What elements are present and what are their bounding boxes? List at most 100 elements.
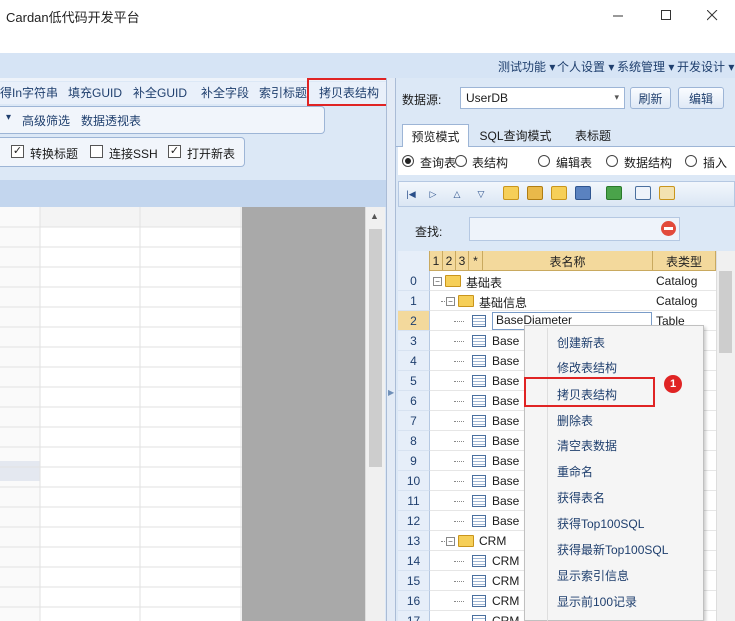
table-name-cell[interactable]: Base [492,454,519,468]
table-name-cell[interactable]: Base [492,394,519,408]
row-number[interactable]: 0 [398,271,430,291]
row-number[interactable]: 16 [398,591,430,611]
header-level-1[interactable]: 1 [430,251,443,271]
table-name-cell[interactable]: CRM [492,594,519,608]
radio-query-table[interactable] [402,155,414,167]
table-name-cell[interactable]: Base [492,474,519,488]
edit-note-icon[interactable] [659,186,675,200]
context-menu-item[interactable]: 获得表名 [557,489,605,506]
collapse-toggle-icon[interactable]: − [433,277,442,286]
export-excel-icon[interactable] [606,186,622,200]
row-number[interactable]: 13 [398,531,430,551]
row-number[interactable]: 10 [398,471,430,491]
row-number[interactable]: 14 [398,551,430,571]
row-number[interactable]: 15 [398,571,430,591]
context-menu-item[interactable]: 重命名 [557,463,593,480]
table-name-cell[interactable]: CRM [492,554,519,568]
table-name-cell[interactable]: Base [492,354,519,368]
left-vertical-scrollbar[interactable]: ▲ [365,207,385,621]
first-record-icon[interactable]: |◀ [403,187,419,201]
row-number[interactable]: 12 [398,511,430,531]
advanced-filter-button[interactable]: 高级筛选 [22,112,70,129]
scroll-up-icon[interactable]: ▲ [370,211,379,221]
header-level-2[interactable]: 2 [443,251,456,271]
scroll-thumb[interactable] [369,229,382,467]
menu-personal-settings[interactable]: 个人设置 ▾ [557,58,614,75]
move-up-icon[interactable]: △ [449,187,465,201]
pivot-table-button[interactable]: 数据透视表 [81,112,141,129]
maximize-icon[interactable] [643,0,689,30]
edit-button[interactable]: 编辑 [678,87,724,109]
copy-icon[interactable] [635,186,651,200]
table-name-cell[interactable]: Base [492,494,519,508]
close-icon[interactable] [689,0,735,30]
context-menu-item[interactable]: 修改表结构 [557,359,617,376]
datasource-select[interactable]: UserDB ▾ [460,87,625,109]
search-input[interactable] [469,217,680,241]
menu-system-management[interactable]: 系统管理 ▾ [617,58,674,75]
row-number[interactable]: 17 [398,611,430,621]
tab-sql-query-mode[interactable]: SQL查询模式 [473,124,558,146]
table-name-cell[interactable]: Base [492,334,519,348]
toolbar-get-in-string[interactable]: 得In字符串 [0,84,58,101]
row-number[interactable]: 1 [398,291,430,311]
folder-tree-icon[interactable] [527,186,543,200]
context-menu-item[interactable]: 创建新表 [557,334,605,351]
row-number[interactable]: 11 [398,491,430,511]
splitter-arrow-icon[interactable]: ▶ [388,388,394,397]
table-name-cell[interactable]: Base [492,374,519,388]
collapse-toggle-icon[interactable]: − [446,537,455,546]
left-data-grid[interactable] [0,207,242,621]
context-menu-item[interactable]: 显示前100记录 [557,593,637,610]
tab-preview-mode[interactable]: 预览模式 [402,124,469,147]
header-table-name[interactable]: 表名称 [483,251,653,271]
open-new-table-checkbox[interactable]: ✓ [168,145,181,158]
next-record-icon[interactable]: ▷ [425,187,441,201]
no-entry-icon[interactable] [661,221,676,236]
toolbar-fill-guid[interactable]: 填充GUID [68,84,122,101]
row-number[interactable]: 3 [398,331,430,351]
toolbar-complete-guid[interactable]: 补全GUID [133,84,187,101]
convert-title-checkbox[interactable]: ✓ [11,145,24,158]
table-name-cell[interactable]: CRM [492,614,519,621]
delete-folder-icon[interactable] [551,186,567,200]
table-name-cell[interactable]: CRM [492,574,519,588]
minimize-icon[interactable] [595,0,641,30]
radio-edit-table[interactable] [538,155,550,167]
connect-ssh-checkbox[interactable] [90,145,103,158]
table-name-cell[interactable]: Base [492,434,519,448]
row-number[interactable]: 9 [398,451,430,471]
context-menu-item[interactable]: 删除表 [557,412,593,429]
row-number[interactable]: 8 [398,431,430,451]
dropdown-arrow-icon[interactable]: ▾ [6,112,11,123]
table-name-cell[interactable]: Base [492,414,519,428]
context-menu-item[interactable]: 显示索引信息 [557,567,629,584]
header-table-type[interactable]: 表类型 [653,251,716,271]
add-folder-icon[interactable] [503,186,519,200]
context-menu-item[interactable]: 获得Top100SQL [557,515,644,532]
table-name-cell[interactable]: 基础表 [466,274,502,291]
table-name-cell[interactable]: Base [492,514,519,528]
radio-data-structure[interactable] [606,155,618,167]
toolbar-index-title[interactable]: 索引标题 [259,84,307,101]
row-number[interactable]: 4 [398,351,430,371]
refresh-button[interactable]: 刷新 [630,87,671,109]
row-number[interactable]: 5 [398,371,430,391]
header-level-3[interactable]: 3 [456,251,469,271]
table-name-cell[interactable]: 基础信息 [479,294,527,311]
row-number[interactable]: 6 [398,391,430,411]
header-star[interactable]: * [469,251,483,271]
right-scroll-thumb[interactable] [719,271,732,353]
collapse-toggle-icon[interactable]: − [446,297,455,306]
context-menu-item[interactable]: 获得最新Top100SQL [557,541,668,558]
menu-dev-design[interactable]: 开发设计 ▾ [677,58,734,75]
save-icon[interactable] [575,186,591,200]
context-menu-item[interactable]: 清空表数据 [557,437,617,454]
table-name-cell[interactable]: CRM [479,534,506,548]
move-down-icon[interactable]: ▽ [473,187,489,201]
toolbar-complete-fields[interactable]: 补全字段 [201,84,249,101]
radio-insert[interactable] [685,155,697,167]
menu-test-features[interactable]: 测试功能 ▾ [498,58,555,75]
row-number[interactable]: 7 [398,411,430,431]
pane-splitter[interactable]: ▶ [386,78,396,621]
